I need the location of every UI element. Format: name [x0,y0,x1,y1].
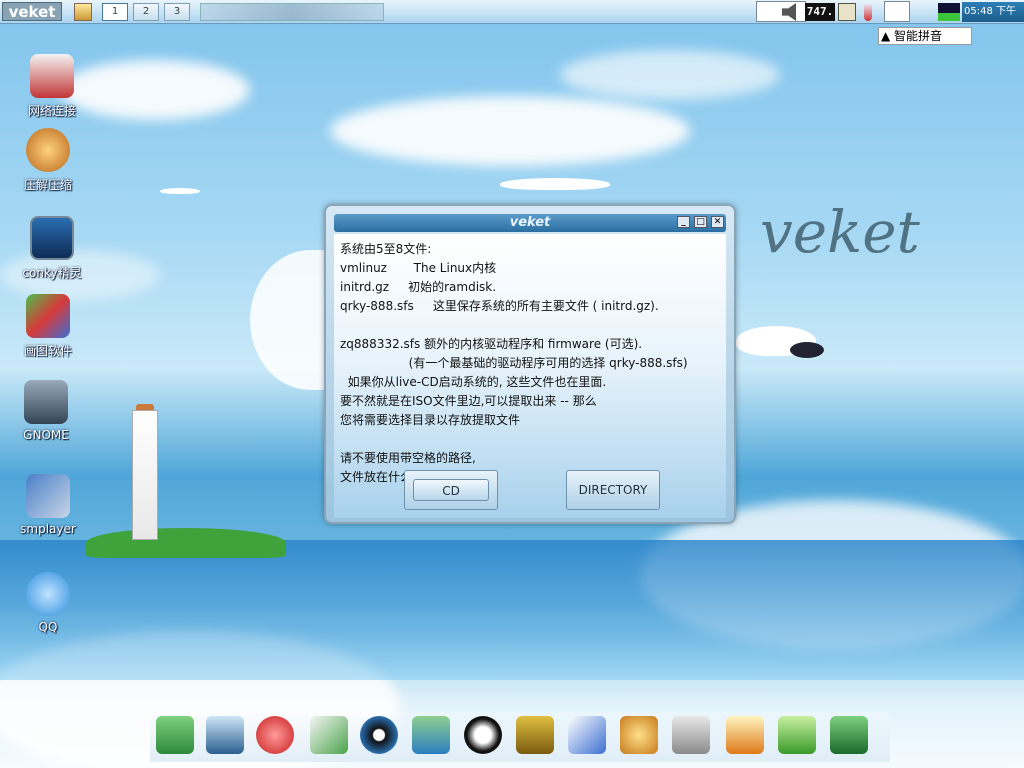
paint-icon [26,294,70,338]
messenger-icon[interactable] [412,716,450,754]
desktop-icon-qq[interactable]: QQ [8,572,88,634]
network-monitor-icon [938,3,960,21]
minimize-icon[interactable]: _ [677,216,690,228]
desktop-icon-label: 压解压缩 [23,178,72,192]
menu-logo-button[interactable]: veket [2,2,62,21]
taskbar-area[interactable] [200,3,384,21]
help-icon[interactable] [778,716,816,754]
notebook-icon[interactable] [516,716,554,754]
media-icon[interactable] [360,716,398,754]
desktop-icon-archive[interactable]: 压解压缩 [8,128,88,193]
directory-button[interactable]: DIRECTORY [566,470,660,510]
camera-icon[interactable] [830,716,868,754]
photo-icon[interactable] [726,716,764,754]
network-icon [30,54,74,98]
chart-icon[interactable] [568,716,606,754]
desktop-icon-label: conky精灵 [22,266,82,280]
cd-button-label: CD [413,479,489,501]
dock [150,712,890,762]
qq-penguin-icon[interactable] [464,716,502,754]
system-tray [756,1,806,22]
show-desktop-icon[interactable] [74,3,92,21]
smplayer-icon [26,474,70,518]
battery-icon [884,1,910,22]
temperature-icon [864,3,872,21]
close-icon[interactable]: ✕ [711,216,724,228]
editor-icon[interactable] [310,716,348,754]
penguin-icon: ▲ [881,29,895,43]
usb-icon[interactable] [672,716,710,754]
paint-icon[interactable] [620,716,658,754]
desktop-icon-conky[interactable]: conky精灵 [12,216,92,281]
dialog-body: 系统由5至8文件: vmlinuz The Linux内核 initrd.gz … [334,234,726,518]
ime-label: 智能拼音 [894,29,943,43]
maximize-icon[interactable]: □ [694,216,707,228]
conky-icon [30,216,74,260]
desktop-icon-smplayer[interactable]: smplayer [8,474,88,536]
desktop-icon-label: smplayer [20,522,76,536]
workspace-2[interactable]: 2 [133,3,159,21]
top-panel: veket 1 2 3 747. 05:48 下午 [0,0,1024,24]
desktop-icon-network[interactable]: 网络连接 [12,54,92,119]
desktop-icon-gnome[interactable]: GNOME [6,380,86,442]
desktop-icon-label: 画图软件 [23,344,72,358]
file-manager-icon[interactable] [156,716,194,754]
cd-button[interactable]: CD [404,470,498,510]
cpu-readout: 747. [805,3,835,21]
wallpaper-logo: veket [760,198,920,266]
pet-icon[interactable] [256,716,294,754]
dialog-titlebar[interactable]: veket _ □ ✕ [334,214,726,232]
gnome-icon [24,380,68,424]
workspace-3[interactable]: 3 [164,3,190,21]
desktop-icon-label: 网络连接 [27,104,76,118]
input-method-indicator[interactable]: ▲ 智能拼音 [878,27,972,45]
terminal-icon[interactable] [206,716,244,754]
clock[interactable]: 05:48 下午 [962,2,1024,22]
qq-icon [26,572,70,616]
archive-icon [26,128,70,172]
dialog-message: 系统由5至8文件: vmlinuz The Linux内核 initrd.gz … [340,242,688,484]
desktop-icon-label: QQ [38,620,58,634]
desktop-icon-paint[interactable]: 画图软件 [8,294,88,359]
workspace-1[interactable]: 1 [102,3,128,21]
dialog-title: veket [509,215,551,230]
setup-dialog: veket _ □ ✕ 系统由5至8文件: vmlinuz The Linux内… [324,204,736,524]
notes-icon[interactable] [838,3,856,21]
desktop-icon-label: GNOME [23,428,69,442]
